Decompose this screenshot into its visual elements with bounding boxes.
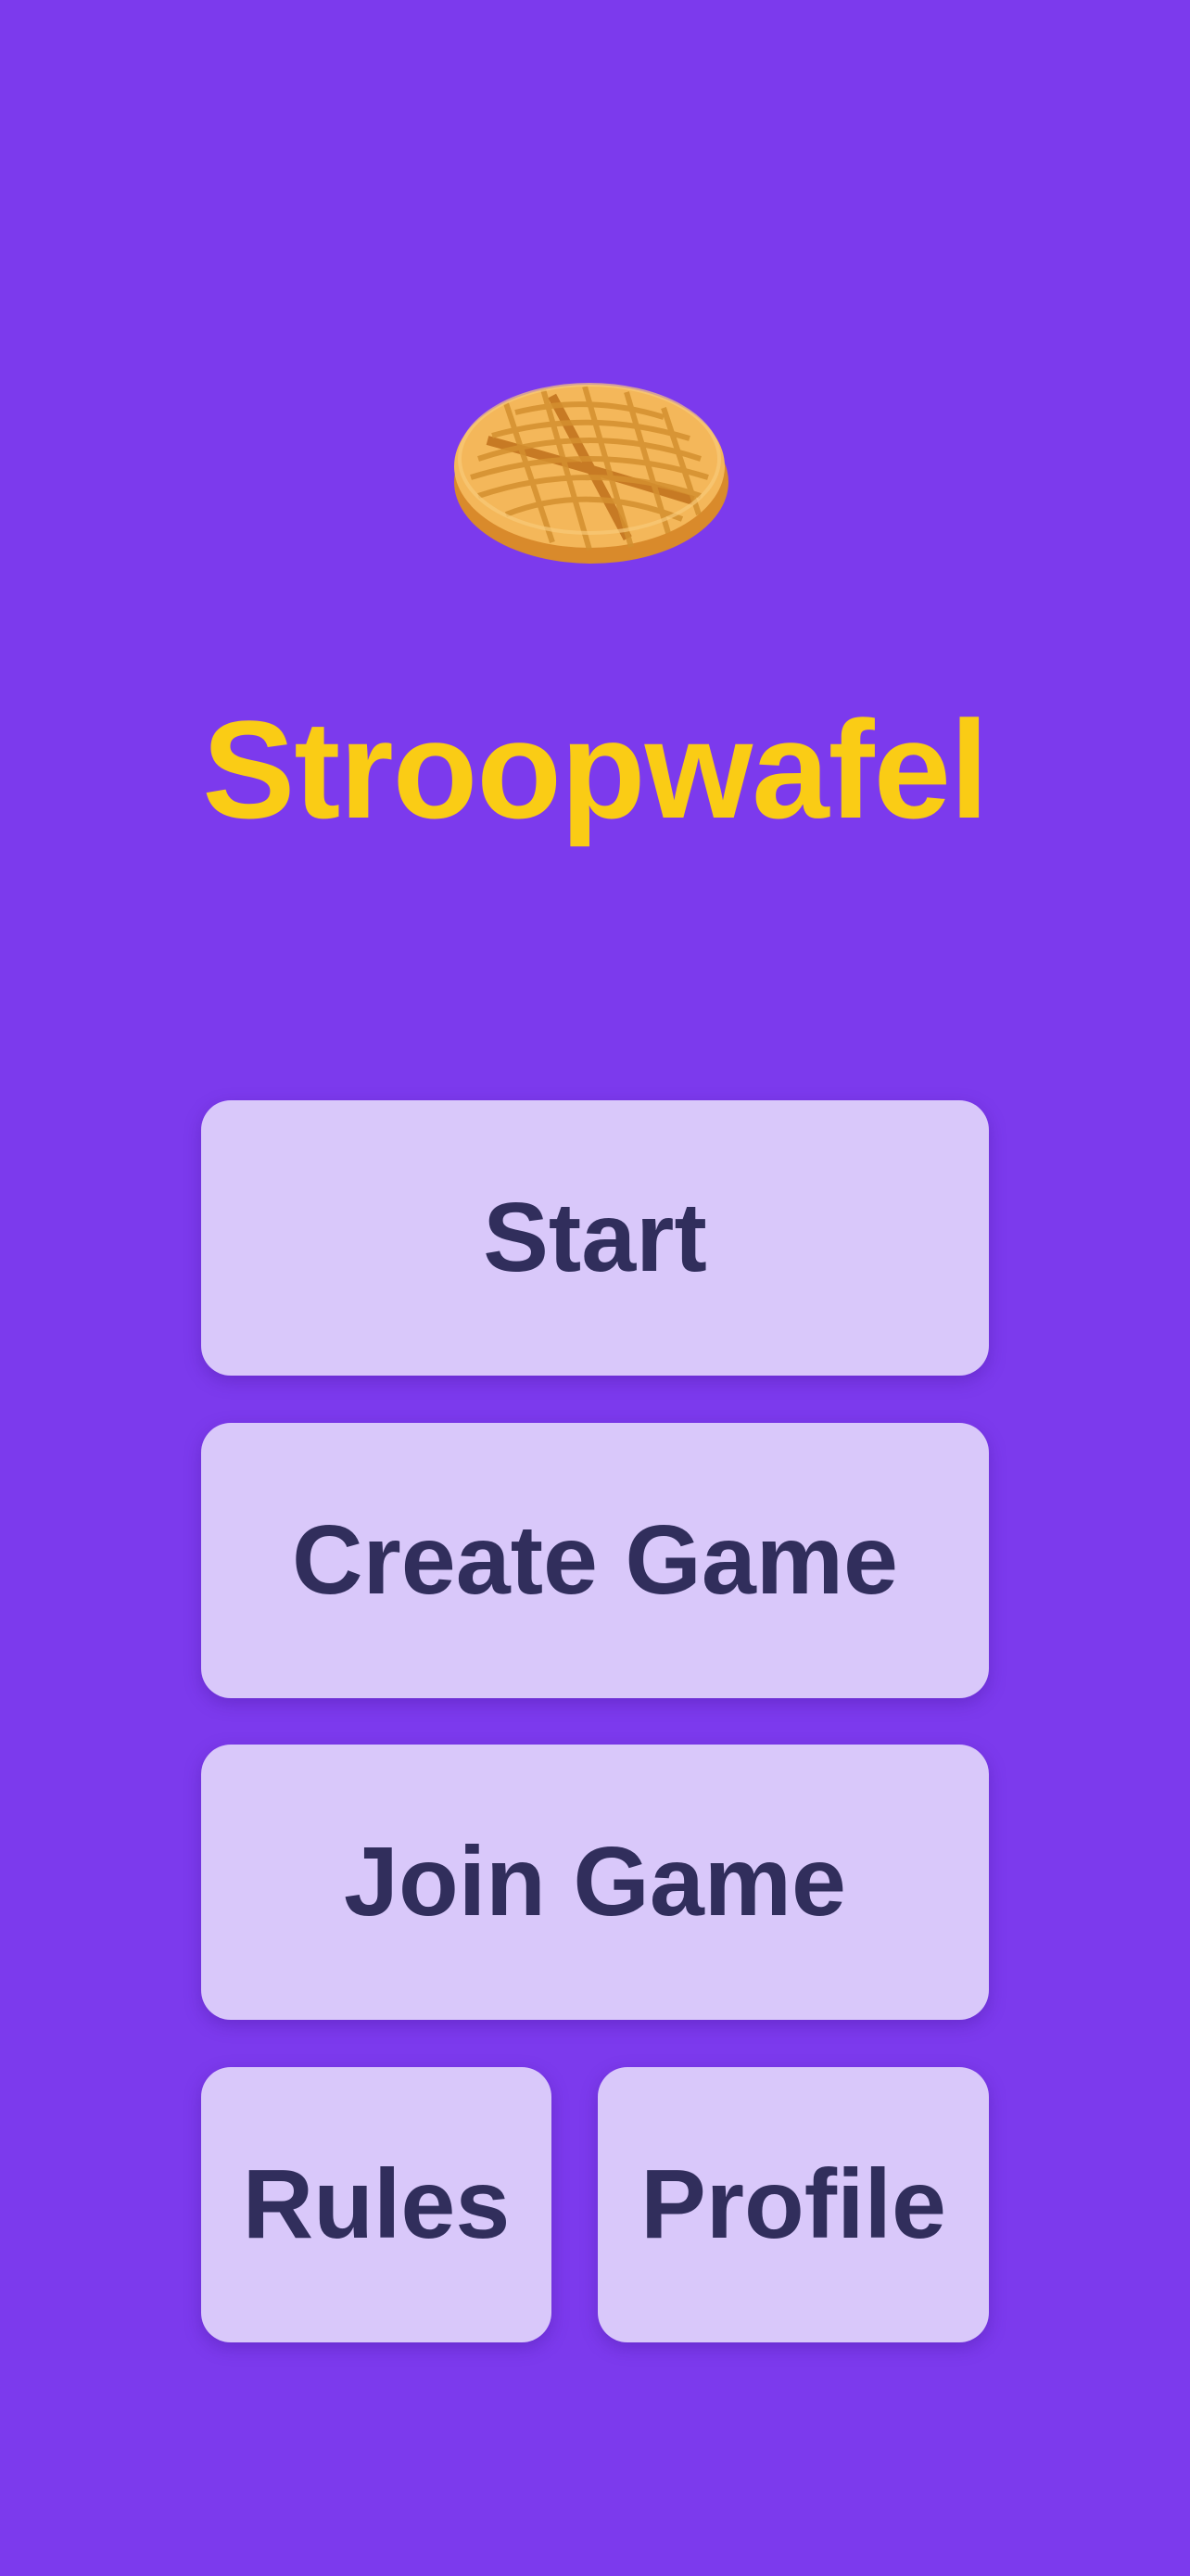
create-game-button-label: Create Game [291,1505,898,1615]
waffle-icon [450,366,732,565]
rules-button[interactable]: Rules [201,2067,551,2342]
profile-button[interactable]: Profile [598,2067,989,2342]
start-button-label: Start [483,1183,707,1292]
profile-button-label: Profile [640,2150,946,2259]
create-game-button[interactable]: Create Game [201,1423,989,1698]
rules-button-label: Rules [242,2150,511,2259]
start-button[interactable]: Start [201,1100,989,1376]
home-screen: Stroopwafel Start Create Game Join Game … [0,0,1190,2576]
join-game-button[interactable]: Join Game [201,1745,989,2020]
join-game-button-label: Join Game [344,1827,846,1936]
app-title: Stroopwafel [202,692,988,847]
